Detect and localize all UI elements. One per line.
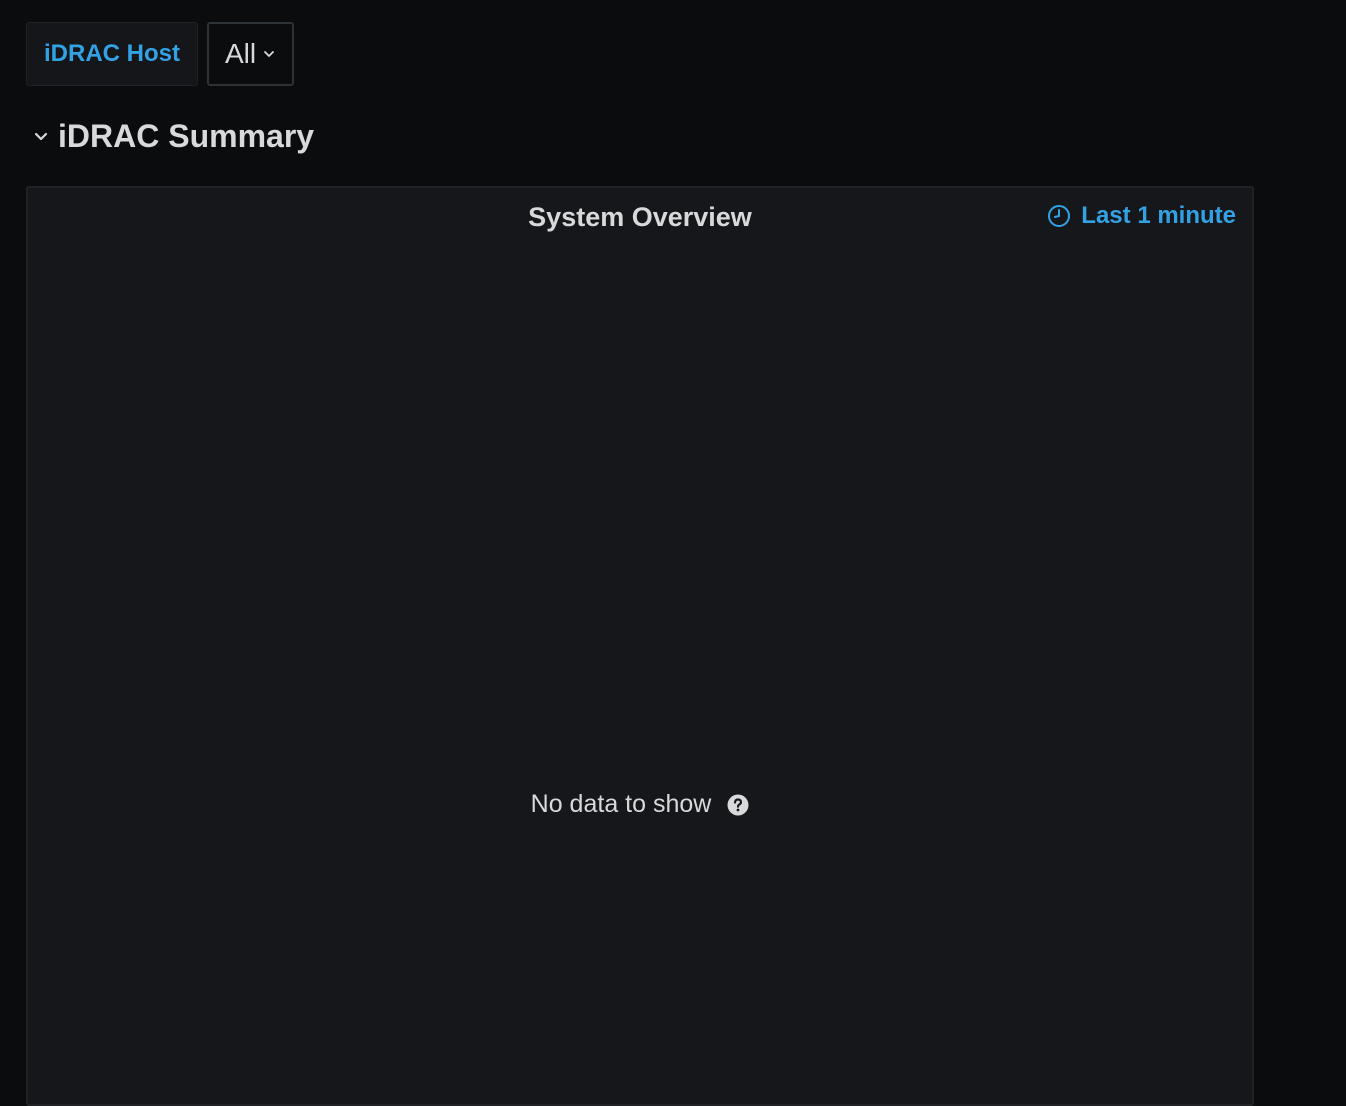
chevron-down-icon: [264, 51, 275, 57]
idrac-host-variable-label: iDRAC Host: [26, 22, 198, 86]
chevron-down-icon: [34, 132, 48, 140]
question-circle-icon[interactable]: [727, 794, 749, 816]
clock-icon: [1048, 205, 1071, 227]
no-data-text: No data to show: [530, 790, 712, 818]
system-overview-panel: System Overview Last 1 minute No data to…: [26, 186, 1254, 1106]
idrac-host-variable-value: All: [225, 38, 257, 69]
idrac-host-variable-select[interactable]: All: [207, 22, 295, 86]
row-toggle-idrac-summary[interactable]: iDRAC Summary: [32, 118, 314, 155]
panel-time-range[interactable]: Last 1 minute: [1047, 202, 1236, 230]
panel-time-range-label: Last 1 minute: [1081, 202, 1236, 229]
row-title: iDRAC Summary: [58, 118, 315, 154]
variable-bar: iDRAC Host All: [26, 22, 295, 86]
no-data-message: No data to show: [28, 790, 1252, 819]
